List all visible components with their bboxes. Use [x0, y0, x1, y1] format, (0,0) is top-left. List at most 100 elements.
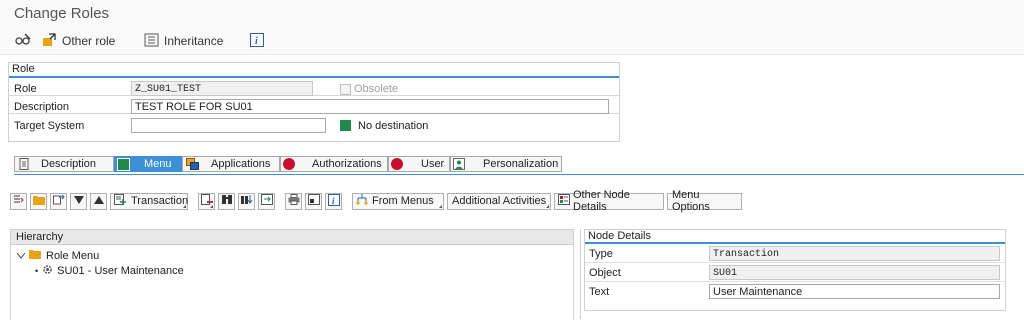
arrow-up-icon — [93, 195, 104, 207]
node-details-icon — [558, 194, 570, 208]
from-menus-button[interactable]: From Menus — [352, 192, 444, 210]
add-transaction-icon — [114, 194, 126, 208]
expand-icon — [260, 194, 273, 208]
hierarchy-header: Hierarchy — [11, 230, 573, 245]
move-down-button[interactable] — [70, 192, 87, 210]
expand-button[interactable] — [258, 192, 275, 210]
text-field[interactable]: User Maintenance — [709, 284, 1000, 299]
description-field[interactable]: TEST ROLE FOR SU01 — [131, 99, 609, 114]
glasses-pencil-icon — [14, 32, 32, 50]
info-icon: i — [327, 193, 340, 209]
layout-button[interactable] — [305, 192, 322, 210]
status-green-icon — [117, 157, 130, 171]
role-label: Role — [14, 83, 37, 95]
role-field[interactable]: Z_SU01_TEST — [131, 81, 313, 96]
menu-options-button[interactable]: Menu Options — [667, 189, 742, 213]
obsolete-checkbox[interactable]: Obsolete — [340, 83, 398, 95]
menu-toolbar: Transaction i From Menus Additional Acti… — [10, 189, 742, 213]
application-toolbar: Other role Inheritance i — [0, 28, 1024, 55]
document-icon — [15, 158, 33, 170]
tab-applications[interactable]: Applications — [182, 156, 280, 172]
tab-description-label: Description — [41, 158, 97, 170]
tree-node-role-menu[interactable]: Role Menu — [16, 249, 100, 262]
additional-activities-label: Additional Activities — [452, 195, 547, 207]
insert-icon — [13, 194, 24, 208]
find-next-button[interactable] — [238, 192, 255, 210]
object-field[interactable]: SU01 — [709, 265, 1000, 280]
transaction-label: Transaction — [131, 195, 189, 207]
transaction-button[interactable]: Transaction — [110, 192, 189, 210]
move-button[interactable] — [50, 192, 67, 210]
find-next-icon — [240, 194, 253, 208]
tab-authorizations[interactable]: Authorizations — [280, 156, 388, 172]
tab-strip: Description Menu Applications Authorizat… — [14, 156, 562, 174]
tab-personalization-label: Personalization — [483, 158, 559, 170]
no-destination-text: No destination — [358, 120, 429, 132]
node-details-panel: Node Details Type Transaction Object SU0… — [584, 229, 1006, 311]
tab-personalization[interactable]: Personalization — [450, 156, 562, 172]
info-button[interactable]: i — [250, 32, 264, 50]
info-icon: i — [250, 32, 264, 50]
find-button[interactable] — [218, 192, 235, 210]
node-type-row: Type Transaction — [585, 244, 1005, 263]
hierarchy-panel: Hierarchy Role Menu • SU01 - User Mainte… — [10, 229, 574, 320]
svg-text:i: i — [255, 36, 258, 47]
page-title: Change Roles — [14, 5, 110, 22]
additional-activities-button[interactable]: Additional Activities — [447, 192, 551, 210]
su01-label: SU01 - User Maintenance — [57, 265, 184, 277]
insert-folder-button[interactable] — [10, 192, 27, 210]
title-bar — [0, 0, 1024, 28]
info-button-menu[interactable]: i — [325, 192, 342, 210]
arrow-down-icon — [73, 195, 84, 207]
object-label: Object — [589, 267, 621, 279]
target-system-field[interactable] — [131, 118, 326, 133]
splitter[interactable] — [580, 229, 581, 319]
tab-user[interactable]: User — [388, 156, 450, 172]
checkbox-box — [340, 83, 351, 95]
node-details-header: Node Details — [585, 230, 1005, 244]
status-red-icon — [283, 158, 295, 170]
tab-user-label: User — [421, 158, 445, 170]
role-row — [9, 79, 619, 96]
tab-menu[interactable]: Menu — [114, 156, 182, 172]
bullet-icon: • — [35, 266, 39, 276]
collapse-icon — [16, 250, 26, 262]
other-role-button[interactable]: Other role — [42, 32, 115, 50]
person-icon — [451, 158, 467, 170]
folder-open-icon — [29, 249, 42, 262]
type-label: Type — [589, 248, 613, 260]
tree-node-su01[interactable]: • SU01 - User Maintenance — [35, 264, 184, 278]
node-object-row: Object SU01 — [585, 263, 1005, 282]
role-menu-label: Role Menu — [46, 249, 100, 262]
print-button[interactable] — [285, 192, 302, 210]
other-node-details-label: Other Node Details — [573, 189, 630, 213]
other-node-details-button[interactable]: Other Node Details — [554, 189, 664, 213]
other-role-label: Other role — [62, 34, 116, 48]
inheritance-button[interactable]: Inheritance — [144, 32, 223, 50]
tab-authorizations-label: Authorizations — [312, 158, 382, 170]
menu-tree-icon — [356, 194, 368, 208]
status-green-icon — [340, 120, 351, 131]
binoculars-icon — [221, 194, 233, 208]
inheritance-label: Inheritance — [164, 34, 224, 48]
dropdown-corner — [183, 204, 186, 208]
tab-underline — [14, 174, 1024, 175]
folder-button[interactable] — [30, 192, 47, 210]
delete-node-button[interactable] — [198, 192, 215, 210]
printer-icon — [288, 194, 300, 208]
move-up-button[interactable] — [90, 192, 107, 210]
target-system-label: Target System — [14, 120, 85, 132]
node-text-row: Text User Maintenance — [585, 282, 1005, 300]
display-change-button[interactable] — [14, 32, 32, 50]
tab-applications-label: Applications — [211, 158, 271, 170]
role-group-title: Role — [9, 63, 619, 78]
obsolete-label: Obsolete — [354, 83, 399, 95]
gear-icon — [42, 264, 53, 278]
status-red-icon — [391, 158, 403, 170]
other-role-icon — [42, 32, 58, 50]
from-menus-label: From Menus — [372, 195, 434, 207]
move-icon — [52, 194, 65, 208]
type-field[interactable]: Transaction — [709, 246, 1000, 261]
tab-description[interactable]: Description — [14, 156, 114, 172]
folder-icon — [32, 195, 45, 208]
